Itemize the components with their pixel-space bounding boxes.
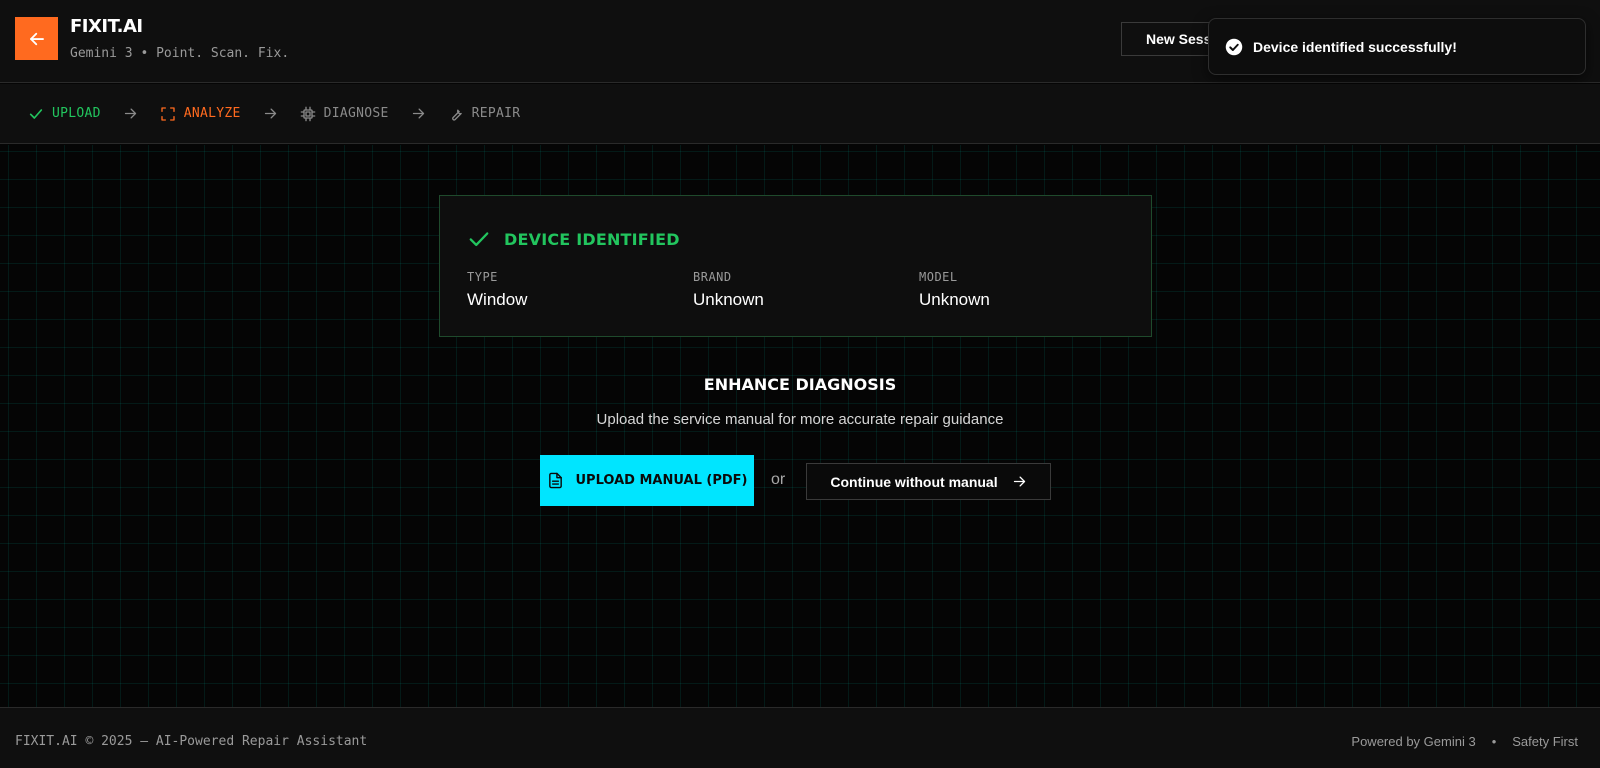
step-diagnose: DIAGNOSE <box>300 106 389 122</box>
upload-manual-label: UPLOAD MANUAL (PDF) <box>575 473 748 488</box>
field-value: Unknown <box>919 290 990 309</box>
device-card: DEVICE IDENTIFIED TYPE Window BRAND Unkn… <box>439 195 1152 337</box>
card-title: DEVICE IDENTIFIED <box>504 229 680 249</box>
footer-safety: Safety First <box>1512 734 1578 749</box>
app-title: FIXIT.AI <box>70 16 143 37</box>
step-analyze: ANALYZE <box>160 106 241 122</box>
field-key: BRAND <box>693 270 732 284</box>
step-upload: UPLOAD <box>28 106 101 122</box>
step-label: REPAIR <box>471 106 521 121</box>
field-brand: BRAND Unknown <box>693 270 764 310</box>
step-label: ANALYZE <box>183 106 241 121</box>
step-label: UPLOAD <box>52 106 101 121</box>
or-separator: or <box>771 471 786 488</box>
arrow-right-icon <box>263 106 278 121</box>
toast-message: Device identified successfully! <box>1253 38 1457 55</box>
field-key: MODEL <box>919 270 958 284</box>
chip-icon <box>300 106 315 121</box>
arrow-left-icon <box>29 32 44 45</box>
field-value: Unknown <box>693 290 764 309</box>
file-text-icon <box>548 472 562 489</box>
card-header: DEVICE IDENTIFIED <box>468 228 680 250</box>
back-button[interactable] <box>15 17 58 60</box>
check-circle-icon <box>1225 38 1243 55</box>
continue-without-manual-button[interactable]: Continue without manual <box>806 463 1051 500</box>
step-repair: REPAIR <box>448 106 521 122</box>
continue-label: Continue without manual <box>830 473 998 490</box>
check-icon <box>29 108 43 119</box>
enhance-subtitle: Upload the service manual for more accur… <box>596 411 1004 428</box>
arrow-right-icon <box>1013 476 1025 487</box>
step-label: DIAGNOSE <box>323 106 389 121</box>
arrow-right-icon <box>123 106 138 121</box>
success-toast: Device identified successfully! <box>1208 18 1586 75</box>
check-icon <box>469 232 489 247</box>
footer-meta: Powered by Gemini 3 • Safety First <box>1351 734 1578 749</box>
main-content: DEVICE IDENTIFIED TYPE Window BRAND Unkn… <box>0 145 1600 707</box>
upload-manual-button[interactable]: UPLOAD MANUAL (PDF) <box>540 455 754 506</box>
footer-separator: • <box>1491 734 1497 749</box>
scan-icon <box>161 106 175 121</box>
field-type: TYPE Window <box>467 270 527 310</box>
app-tagline: Gemini 3 • Point. Scan. Fix. <box>70 46 290 61</box>
progress-steps: UPLOAD ANALYZE DIAGNOSE REPAIR <box>0 84 1600 144</box>
app-footer: FIXIT.AI © 2025 — AI-Powered Repair Assi… <box>0 707 1600 768</box>
arrow-right-icon <box>411 106 426 121</box>
footer-copyright: FIXIT.AI © 2025 — AI-Powered Repair Assi… <box>15 734 368 749</box>
field-key: TYPE <box>467 270 498 284</box>
footer-powered: Powered by Gemini 3 <box>1351 734 1476 749</box>
field-model: MODEL Unknown <box>919 270 990 310</box>
wrench-icon <box>451 109 462 121</box>
enhance-title: ENHANCE DIAGNOSIS <box>703 375 897 394</box>
field-value: Window <box>467 290 528 309</box>
